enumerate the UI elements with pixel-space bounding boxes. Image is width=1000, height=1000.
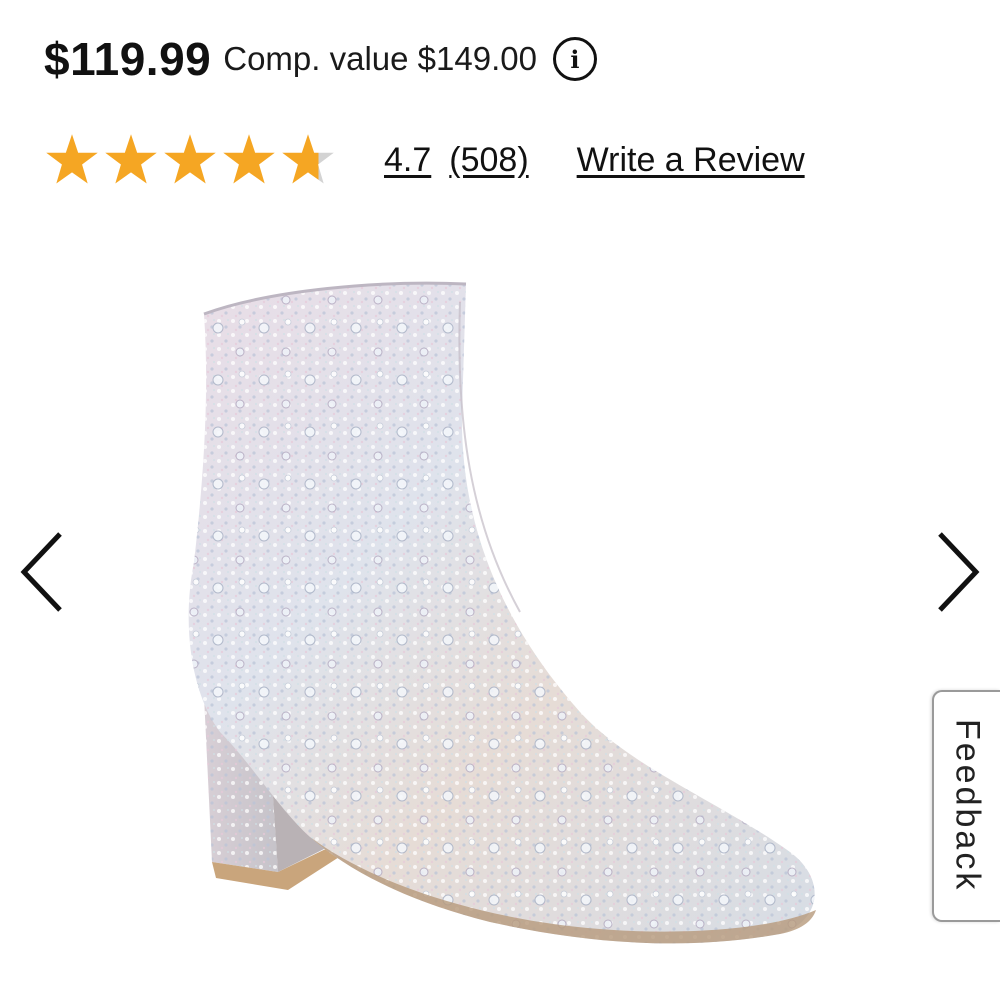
star-icon [164, 134, 216, 184]
rating-value-link[interactable]: 4.7 [384, 141, 431, 180]
feedback-label: Feedback [948, 719, 987, 893]
star-rating [44, 132, 336, 188]
price: $119.99 [44, 33, 212, 85]
comp-value: Comp. value $149.00 [223, 40, 537, 77]
chevron-right-icon[interactable] [932, 530, 982, 614]
star-icon [282, 134, 334, 184]
feedback-button[interactable]: Feedback [932, 690, 1000, 922]
rating-row: 4.7 (508) Write a Review [44, 128, 805, 192]
star-icon [105, 134, 157, 184]
write-review-link[interactable]: Write a Review [577, 141, 805, 180]
star-icon [46, 134, 98, 184]
info-icon[interactable]: i [552, 37, 597, 81]
review-count-link[interactable]: (508) [449, 141, 528, 180]
product-image-boot[interactable] [160, 262, 840, 962]
star-icon [223, 134, 275, 184]
price-row: $119.99 Comp. value $149.00 i [44, 32, 597, 86]
chevron-left-icon[interactable] [18, 530, 68, 614]
